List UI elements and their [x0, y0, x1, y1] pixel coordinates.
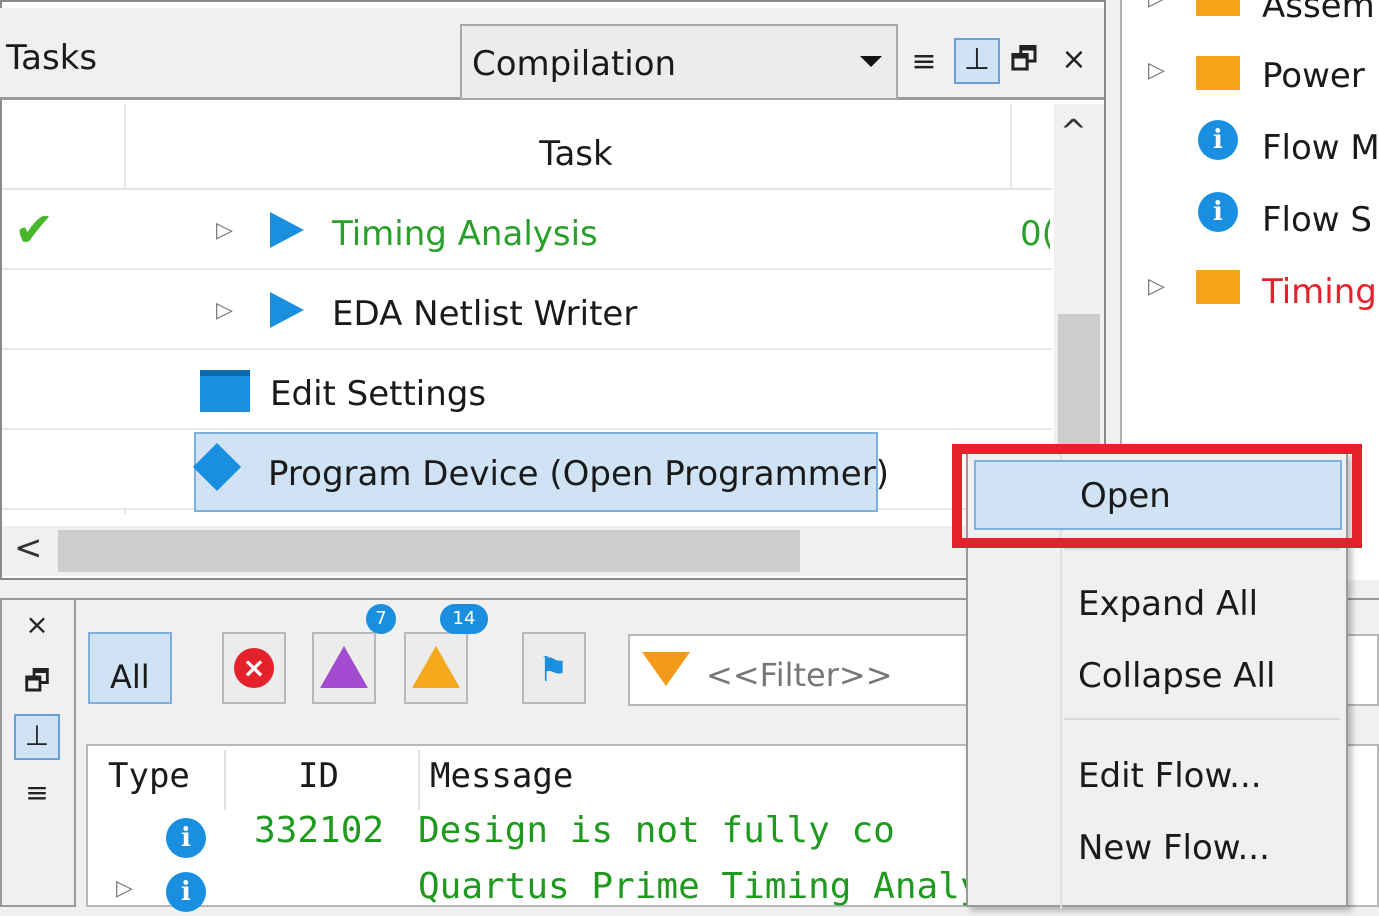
- info-icon: i: [166, 818, 206, 858]
- task-label: Edit Settings: [270, 374, 487, 414]
- filter-warnings-button[interactable]: [404, 632, 468, 704]
- panel-menu-icon[interactable]: ≡: [902, 40, 946, 84]
- filter-placeholder: <<Filter>>: [706, 656, 893, 694]
- task-row-eda-netlist-writer[interactable]: ▷ EDA Netlist Writer: [2, 270, 1052, 350]
- task-row-edit-settings[interactable]: Edit Settings: [2, 350, 1052, 430]
- task-column-header[interactable]: Task: [2, 104, 1052, 190]
- info-icon: i: [1198, 192, 1238, 232]
- tree-item-power[interactable]: Power .: [1262, 56, 1379, 96]
- flow-select-value: Compilation: [472, 44, 677, 84]
- filter-all-label: All: [110, 658, 150, 696]
- column-divider: [224, 750, 226, 810]
- scroll-left-icon[interactable]: <: [14, 528, 43, 568]
- tree-item-timing-analyzer[interactable]: Timing: [1262, 272, 1377, 312]
- menu-item-label: Edit Flow...: [1078, 756, 1262, 796]
- pin-icon[interactable]: ⊥: [954, 38, 1000, 84]
- folder-icon: [1196, 270, 1240, 304]
- annotation-highlight-frame: [952, 444, 1362, 548]
- task-label: Program Device (Open Programmer): [268, 454, 889, 494]
- float-window-icon[interactable]: 🗗: [14, 658, 60, 704]
- flow-select-dropdown[interactable]: Compilation: [460, 24, 898, 100]
- menu-separator: [1064, 548, 1340, 550]
- close-icon[interactable]: ×: [14, 602, 60, 648]
- menu-item-expand-all[interactable]: Expand All: [968, 572, 1346, 632]
- pin-icon[interactable]: ⊥: [14, 714, 60, 760]
- dropdown-caret-icon: [860, 56, 882, 67]
- horizontal-scrollbar-thumb[interactable]: [58, 530, 800, 572]
- expand-arrow-icon[interactable]: ▷: [116, 876, 133, 901]
- close-icon[interactable]: ×: [1052, 38, 1096, 82]
- info-icon: i: [166, 872, 206, 912]
- task-label: EDA Netlist Writer: [332, 294, 638, 334]
- play-icon[interactable]: [270, 212, 304, 248]
- tree-item-flow-messages[interactable]: Flow M: [1262, 128, 1379, 168]
- menu-item-label: Collapse All: [1078, 656, 1276, 696]
- message-id: 332102: [254, 810, 385, 851]
- tasks-panel-header: Tasks Compilation ≡ ⊥ 🗗 ×: [0, 8, 1104, 100]
- flag-icon: ⚑: [538, 650, 569, 690]
- filter-errors-button[interactable]: ×: [222, 632, 286, 704]
- menu-item-label: Expand All: [1078, 584, 1259, 624]
- filter-all-button[interactable]: All: [88, 632, 172, 704]
- tasks-panel-title: Tasks: [6, 38, 98, 78]
- expand-arrow-icon[interactable]: ▷: [216, 218, 233, 243]
- count-badge: 14: [440, 604, 488, 634]
- menu-item-label: New Flow...: [1078, 828, 1270, 868]
- folder-icon: [1196, 56, 1240, 90]
- settings-window-icon: [200, 370, 250, 412]
- menu-separator: [1064, 718, 1340, 720]
- menu-item-edit-flow[interactable]: Edit Flow...: [968, 744, 1346, 804]
- task-label: Timing Analysis: [332, 214, 598, 254]
- filter-funnel-icon: [642, 652, 690, 686]
- count-badge: 7: [366, 604, 396, 634]
- success-check-icon: ✔: [14, 202, 55, 258]
- expand-arrow-icon[interactable]: ▷: [216, 298, 233, 323]
- expand-arrow-icon[interactable]: ▷: [1148, 274, 1165, 299]
- tree-item-flow-suppressed[interactable]: Flow S: [1262, 200, 1372, 240]
- error-icon: ×: [234, 648, 274, 688]
- warning-icon: [412, 646, 460, 688]
- expand-arrow-icon[interactable]: ▷: [1148, 0, 1165, 11]
- critical-warning-icon: [320, 646, 368, 688]
- filter-flag-button[interactable]: ⚑: [522, 632, 586, 704]
- column-header-id[interactable]: ID: [298, 756, 339, 796]
- column-divider: [418, 750, 420, 810]
- task-column-label: Task: [539, 134, 613, 174]
- column-header-type[interactable]: Type: [108, 756, 190, 796]
- expand-arrow-icon[interactable]: ▷: [1148, 58, 1165, 83]
- column-header-message[interactable]: Message: [430, 756, 573, 796]
- menu-item-collapse-all[interactable]: Collapse All: [968, 644, 1346, 704]
- message-text: Design is not fully co: [418, 810, 895, 851]
- task-time-text: 0(: [1020, 214, 1050, 254]
- tree-item-assembler[interactable]: Assem: [1262, 0, 1375, 26]
- float-window-icon[interactable]: 🗗: [1002, 38, 1046, 82]
- play-icon[interactable]: [270, 292, 304, 328]
- scroll-up-icon[interactable]: ^: [1060, 112, 1087, 150]
- folder-icon: [1196, 0, 1240, 16]
- info-icon: i: [1198, 120, 1238, 160]
- menu-item-new-flow[interactable]: New Flow...: [968, 816, 1346, 876]
- task-row-timing-analysis[interactable]: ✔ ▷ Timing Analysis 0(: [2, 190, 1052, 270]
- filter-critical-warnings-button[interactable]: [312, 632, 376, 704]
- panel-menu-icon[interactable]: ≡: [14, 770, 60, 816]
